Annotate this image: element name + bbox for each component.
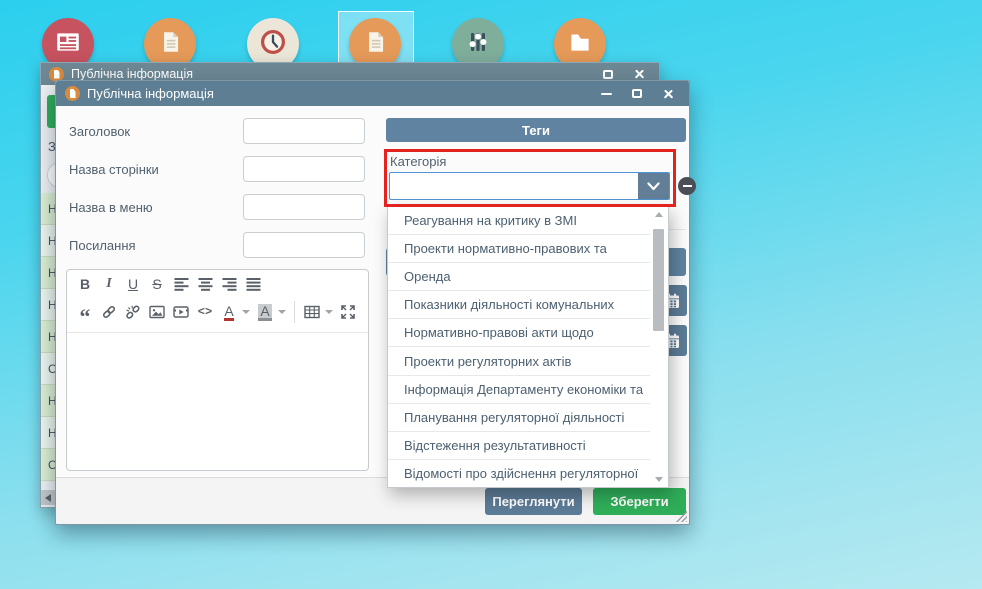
text-color-label: A [224,304,233,321]
align-right-button[interactable] [217,273,241,295]
tags-button[interactable]: Теги [386,118,686,142]
align-left-icon [174,278,189,291]
text-color-button[interactable]: A [217,301,241,323]
dialog-title: Публічна інформація [87,86,214,101]
category-combobox [389,172,670,200]
background-window-title: Публічна інформація [71,67,193,81]
minimize-icon [601,93,612,95]
category-input[interactable] [390,173,638,199]
dropdown-item[interactable]: Реагування на критику в ЗМІ [388,207,650,235]
chevron-down-icon[interactable] [278,310,286,314]
maximize-button[interactable] [625,85,649,103]
image-button[interactable] [145,301,169,323]
menu-name-field[interactable] [243,194,365,220]
dropdown-item[interactable]: Оренда [388,263,650,291]
document-icon [65,86,80,101]
title-field[interactable] [243,118,365,144]
align-justify-icon [246,278,261,291]
folder-icon [566,28,594,61]
category-dropdown-list: Реагування на критику в ЗМІ Проекти норм… [387,206,669,488]
table-button[interactable] [300,301,324,323]
scroll-up-icon[interactable] [655,212,663,217]
page-name-field-label: Назва сторінки [69,162,159,177]
unlink-button[interactable] [121,301,145,323]
dropdown-item[interactable]: Планування регуляторної діяльності [388,404,650,432]
editor-toolbar-row1: B I U S [67,270,368,298]
editor-toolbar-row2: “ <> A A [67,298,368,326]
link-button[interactable] [97,301,121,323]
link-field-label: Посилання [69,238,136,253]
scroll-down-icon[interactable] [655,477,663,482]
close-button[interactable] [656,85,680,103]
public-info-dialog: Публічна інформація Заголовок Назва стор… [55,80,690,525]
title-field-label: Заголовок [69,124,130,139]
code-button[interactable]: <> [193,301,217,323]
dropdown-item[interactable]: Проекти регуляторних актів [388,347,650,375]
table-icon [304,304,320,320]
dropdown-item[interactable]: Інформація Департаменту економіки та [388,376,650,404]
close-icon [634,69,645,80]
maximize-icon [632,89,642,98]
align-left-button[interactable] [169,273,193,295]
newspaper-icon [54,28,82,61]
link-field[interactable] [243,232,365,258]
image-icon [149,304,165,320]
editor-content-area[interactable] [67,332,368,470]
minus-icon [683,185,692,187]
align-center-icon [198,278,213,291]
dropdown-item[interactable]: Показники діяльності комунальних [388,291,650,319]
underline-button[interactable]: U [121,273,145,295]
dropdown-item[interactable]: Нормативно-правові акти щодо [388,319,650,347]
blockquote-button[interactable]: “ [73,301,97,323]
unlink-icon [125,304,141,320]
document-icon [156,28,184,61]
dropdown-item[interactable]: Відомості про здійснення регуляторної [388,460,650,487]
align-center-button[interactable] [193,273,217,295]
menu-name-field-label: Назва в меню [69,200,153,215]
chevron-down-icon[interactable] [325,310,333,314]
align-justify-button[interactable] [241,273,265,295]
background-color-button[interactable]: A [253,301,277,323]
desktop: { "desktop": { "icons": [ {"name": "news… [0,0,982,589]
category-dropdown-button[interactable] [638,173,669,199]
scrollbar-thumb[interactable] [653,229,664,331]
fullscreen-button[interactable] [336,301,360,323]
video-button[interactable] [169,301,193,323]
italic-button[interactable]: I [97,273,121,295]
category-label: Категорія [390,154,446,169]
sliders-icon [464,28,492,61]
page-name-field[interactable] [243,156,365,182]
document-icon [361,28,389,61]
clock-icon [258,27,288,62]
chevron-down-icon[interactable] [242,310,250,314]
background-color-label: A [258,304,271,321]
chevron-down-icon [647,182,660,191]
align-right-icon [222,278,237,291]
close-icon [663,88,674,99]
fullscreen-icon [340,304,356,320]
link-icon [101,304,117,320]
video-icon [173,304,189,320]
preview-button[interactable]: Переглянути [485,488,582,515]
bold-button[interactable]: B [73,273,97,295]
maximize-icon [603,70,613,79]
dropdown-item[interactable]: Проекти нормативно-правових та [388,235,650,263]
scroll-left-icon[interactable] [45,494,51,502]
remove-category-button[interactable] [678,177,696,195]
dropdown-scrollbar[interactable] [652,209,665,485]
toolbar-separator [294,301,295,323]
dialog-titlebar[interactable]: Публічна інформація [56,81,689,106]
save-button[interactable]: Зберегти [593,488,686,515]
strikethrough-button[interactable]: S [145,273,169,295]
dropdown-item[interactable]: Відстеження результативності [388,432,650,460]
minimize-button[interactable] [594,85,618,103]
rich-text-editor: B I U S “ [66,269,369,471]
